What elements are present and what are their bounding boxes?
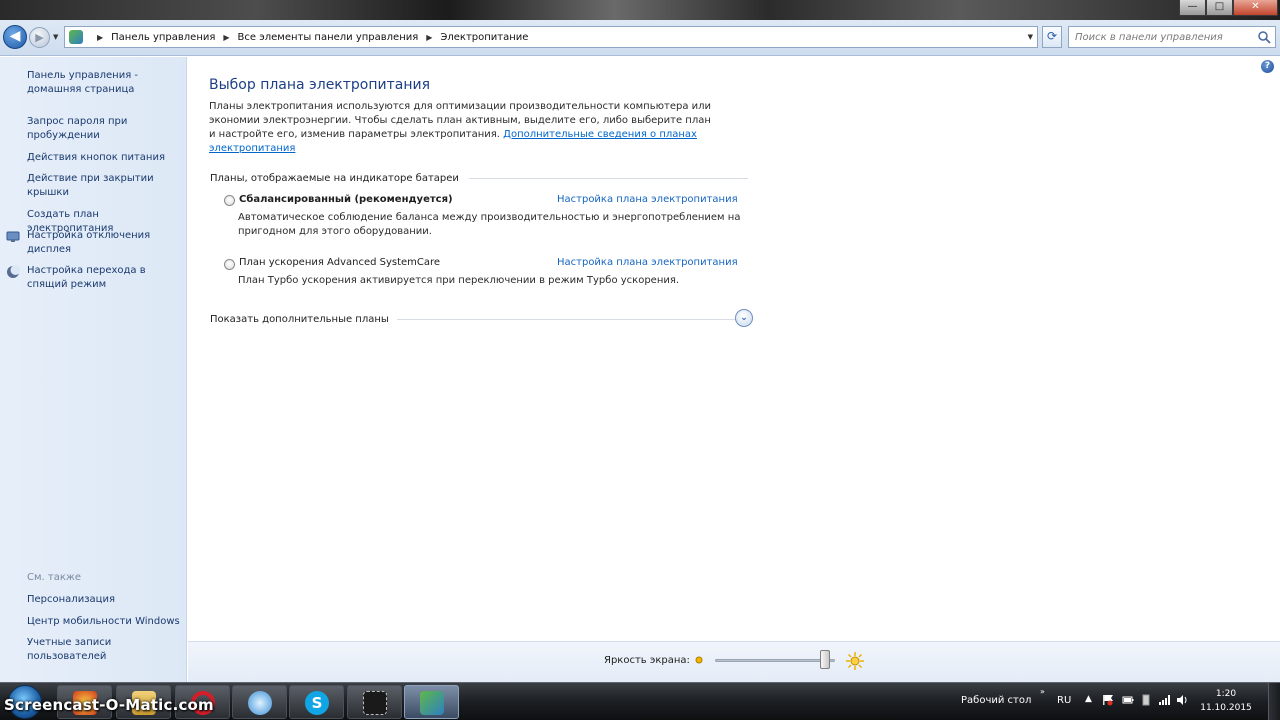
usb-device-icon[interactable] bbox=[1140, 694, 1152, 706]
sidebar-item-mobility-center[interactable]: Центр мобильности Windows bbox=[27, 615, 185, 629]
brightness-label: Яркость экрана: bbox=[604, 655, 690, 666]
search-icon[interactable] bbox=[1257, 30, 1271, 44]
skype-icon: S bbox=[305, 691, 329, 715]
plan-balanced-description: Автоматическое соблюдение баланса между … bbox=[238, 212, 741, 237]
chevron-right-icon[interactable]: ▶ bbox=[426, 33, 432, 42]
brightness-bar: Яркость экрана: bbox=[188, 641, 1280, 682]
brightness-slider-thumb[interactable] bbox=[819, 650, 830, 669]
sidebar-item-lid-close[interactable]: Действие при закрытии крышки bbox=[27, 172, 185, 200]
minimize-button[interactable]: — bbox=[1179, 0, 1206, 16]
screen-recorder-icon bbox=[363, 691, 387, 715]
sidebar-item-sleep[interactable]: Настройка перехода в спящий режим bbox=[27, 264, 185, 292]
control-panel-icon bbox=[420, 691, 444, 715]
breadcrumb: ▶ Панель управления ▶ Все элементы панел… bbox=[89, 27, 528, 47]
taskbar: S Screencast-O-Matic.com Рабочий стол » … bbox=[0, 682, 1280, 720]
plan-balanced-settings-link[interactable]: Настройка плана электропитания bbox=[557, 194, 738, 205]
sidebar-item-display-off[interactable]: Настройка отключения дисплея bbox=[27, 229, 185, 257]
page-description: Планы электропитания используются для оп… bbox=[209, 100, 719, 156]
expand-button[interactable]: ⌄ bbox=[735, 309, 753, 327]
clock-date: 11.10.2015 bbox=[1200, 703, 1252, 713]
sidebar-item-wakeup-password[interactable]: Запрос пароля при пробуждении bbox=[27, 115, 185, 143]
clock-time: 1:20 bbox=[1215, 689, 1237, 699]
address-dropdown[interactable]: ▼ bbox=[1028, 33, 1033, 41]
plan-advanced-systemcare-radio[interactable] bbox=[224, 259, 235, 270]
chevron-down-icon: ⌄ bbox=[740, 313, 748, 323]
sidebar-item-home[interactable]: Панель управления - домашняя страница bbox=[27, 69, 185, 97]
section-header: Планы, отображаемые на индикаторе батаре… bbox=[210, 171, 748, 185]
breadcrumb-power-options[interactable]: Электропитание bbox=[440, 32, 528, 43]
plan-advanced-systemcare-name[interactable]: План ускорения Advanced SystemCare bbox=[239, 257, 440, 268]
network-signal-icon[interactable] bbox=[1158, 694, 1170, 706]
show-more-plans-label: Показать дополнительные планы bbox=[210, 313, 389, 325]
taskbar-app-fan[interactable] bbox=[232, 685, 287, 719]
language-indicator[interactable]: RU bbox=[1057, 695, 1071, 706]
see-also-heading: См. также bbox=[27, 572, 82, 583]
back-button[interactable]: ◀ bbox=[3, 25, 27, 49]
close-button[interactable]: ✕ bbox=[1233, 0, 1278, 16]
screencast-watermark: Screencast-O-Matic.com bbox=[4, 696, 214, 714]
section-label: Планы, отображаемые на индикаторе батаре… bbox=[210, 172, 459, 184]
divider bbox=[468, 177, 748, 179]
plan-balanced-name[interactable]: Сбалансированный (рекомендуется) bbox=[239, 194, 453, 205]
refresh-icon: ⟳ bbox=[1046, 29, 1058, 43]
action-center-flag-icon[interactable] bbox=[1102, 694, 1114, 706]
brightness-slider-track[interactable] bbox=[715, 659, 835, 662]
arrow-right-icon: ▶ bbox=[35, 31, 44, 44]
breadcrumb-all-items[interactable]: Все элементы панели управления bbox=[238, 32, 419, 43]
dim-sun-icon bbox=[695, 656, 703, 664]
control-panel-icon bbox=[69, 30, 83, 44]
refresh-button[interactable]: ⟳ bbox=[1042, 26, 1062, 48]
page-title: Выбор плана электропитания bbox=[209, 77, 431, 93]
bright-sun-icon bbox=[846, 652, 864, 670]
system-clock[interactable]: 1:20 11.10.2015 bbox=[1190, 687, 1262, 715]
window-title-bar: — □ ✕ bbox=[0, 0, 1280, 20]
search-box bbox=[1068, 26, 1276, 48]
arrow-left-icon: ◀ bbox=[9, 28, 21, 44]
navigation-bar: ◀ ▶ ▼ ▶ Панель управления ▶ Все элементы… bbox=[0, 20, 1280, 56]
show-desktop-button[interactable] bbox=[1268, 683, 1280, 720]
breadcrumb-control-panel[interactable]: Панель управления bbox=[111, 32, 215, 43]
plan-advanced-systemcare-settings-link[interactable]: Настройка плана электропитания bbox=[557, 257, 738, 268]
show-more-plans[interactable]: Показать дополнительные планы bbox=[210, 312, 754, 326]
taskbar-app-control-panel[interactable] bbox=[404, 685, 459, 719]
divider bbox=[396, 318, 746, 320]
window-controls: — □ ✕ bbox=[1179, 0, 1278, 16]
fan-icon bbox=[248, 691, 272, 715]
desktop-toolbar-chevron[interactable]: » bbox=[1040, 687, 1045, 696]
show-hidden-icons-arrow[interactable]: ▲ bbox=[1085, 694, 1097, 706]
help-button[interactable]: ? bbox=[1261, 60, 1274, 73]
forward-button[interactable]: ▶ bbox=[29, 27, 50, 48]
chevron-right-icon[interactable]: ▶ bbox=[223, 33, 229, 42]
volume-icon[interactable] bbox=[1176, 694, 1188, 706]
plan-advanced-systemcare-description: План Турбо ускорения активируется при пе… bbox=[238, 275, 680, 286]
monitor-shield-icon bbox=[6, 231, 20, 242]
taskbar-app-recorder[interactable] bbox=[347, 685, 402, 719]
desktop-toolbar-label[interactable]: Рабочий стол bbox=[961, 695, 1031, 706]
address-bar[interactable]: ▶ Панель управления ▶ Все элементы панел… bbox=[64, 26, 1038, 48]
maximize-button[interactable]: □ bbox=[1206, 0, 1233, 16]
battery-icon[interactable] bbox=[1122, 694, 1134, 706]
moon-sleep-icon bbox=[7, 265, 20, 278]
sidebar-item-personalization[interactable]: Персонализация bbox=[27, 593, 185, 607]
sidebar-item-user-accounts[interactable]: Учетные записи пользователей bbox=[27, 636, 127, 664]
plan-balanced-radio[interactable] bbox=[224, 195, 235, 206]
task-pane: Панель управления - домашняя страница За… bbox=[0, 57, 187, 682]
search-input[interactable] bbox=[1069, 27, 1249, 47]
sidebar-item-power-buttons[interactable]: Действия кнопок питания bbox=[27, 151, 185, 165]
recent-pages-dropdown[interactable]: ▼ bbox=[53, 33, 58, 41]
taskbar-app-skype[interactable]: S bbox=[289, 685, 344, 719]
chevron-right-icon[interactable]: ▶ bbox=[97, 33, 103, 42]
main-content: ? Выбор плана электропитания Планы элект… bbox=[188, 57, 1280, 641]
